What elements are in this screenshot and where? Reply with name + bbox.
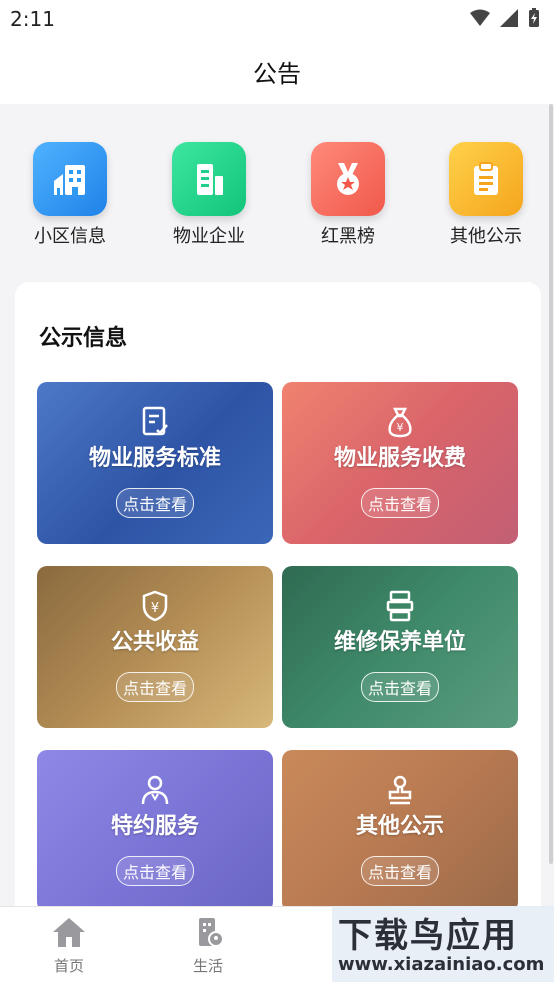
- view-button[interactable]: 点击查看: [115, 672, 195, 702]
- view-button[interactable]: 点击查看: [360, 488, 440, 518]
- section-title: 公示信息: [39, 326, 128, 351]
- view-button[interactable]: 点击查看: [360, 672, 440, 702]
- document-check-icon: [37, 406, 273, 438]
- office-icon: [172, 142, 246, 216]
- watermark: 下载鸟应用 www.xiazainiao.com: [332, 906, 554, 982]
- life-icon: [199, 918, 224, 947]
- svg-text:¥: ¥: [397, 421, 404, 434]
- view-button[interactable]: 点击查看: [115, 488, 195, 518]
- page-title: 公告: [253, 60, 301, 88]
- yen-shield-icon: ¥: [37, 590, 273, 622]
- signal-icon: [500, 9, 518, 27]
- battery-icon: [529, 8, 539, 27]
- wifi-icon: [470, 9, 490, 26]
- scrollbar[interactable]: [549, 104, 553, 864]
- clipboard-icon: [449, 142, 523, 216]
- status-time: 2:11: [10, 7, 55, 31]
- tile-label: 公共收益: [110, 630, 199, 655]
- tile-label: 特约服务: [110, 814, 199, 839]
- tile-label: 物业服务标准: [88, 446, 221, 471]
- svg-text:¥: ¥: [151, 601, 159, 616]
- building-icon: [33, 142, 107, 216]
- tile-label: 其他公示: [355, 814, 444, 839]
- quick-link-label: 其他公示: [450, 226, 522, 247]
- watermark-url: www.xiazainiao.com: [338, 954, 545, 975]
- tile-public-income[interactable]: ¥ 公共收益 点击查看: [37, 566, 273, 728]
- quick-link-label: 红黑榜: [321, 226, 375, 247]
- tab-label: 生活: [192, 957, 223, 975]
- tile-label: 维修保养单位: [333, 630, 466, 655]
- quick-link-label: 物业企业: [173, 226, 245, 247]
- home-icon: [53, 918, 85, 947]
- quick-link-label: 小区信息: [34, 226, 106, 247]
- quick-link-property-company[interactable]: 物业企业: [154, 142, 264, 248]
- status-icons: [470, 8, 540, 28]
- printer-icon: [282, 590, 518, 622]
- tile-service-standard[interactable]: 物业服务标准 点击查看: [37, 382, 273, 544]
- medal-icon: [311, 142, 385, 216]
- view-button[interactable]: 点击查看: [360, 856, 440, 886]
- tab-home[interactable]: 首页: [24, 915, 114, 976]
- user-icon: [37, 774, 273, 806]
- tile-maintenance-units[interactable]: 维修保养单位 点击查看: [282, 566, 518, 728]
- quick-links: 小区信息 物业企业 红黑榜 其他公示: [0, 104, 554, 274]
- tile-other-notices[interactable]: 其他公示 点击查看: [282, 750, 518, 912]
- tile-special-services[interactable]: 特约服务 点击查看: [37, 750, 273, 912]
- quick-link-community-info[interactable]: 小区信息: [15, 142, 125, 248]
- stamp-icon: [282, 774, 518, 806]
- quick-link-other-notices[interactable]: 其他公示: [431, 142, 541, 248]
- tab-label: 首页: [53, 957, 84, 975]
- view-button[interactable]: 点击查看: [115, 856, 195, 886]
- watermark-title: 下载鸟应用: [338, 916, 518, 956]
- money-bag-icon: ¥: [282, 406, 518, 438]
- status-bar: 2:11: [0, 0, 554, 36]
- tile-label: 物业服务收费: [333, 446, 466, 471]
- tile-service-fees[interactable]: ¥ 物业服务收费 点击查看: [282, 382, 518, 544]
- header: 公告: [0, 36, 554, 104]
- tab-life[interactable]: 生活: [163, 915, 253, 976]
- quick-link-red-black-list[interactable]: 红黑榜: [293, 142, 403, 248]
- notice-card: 公示信息 物业服务标准 点击查看 ¥ 物业服务收费 点击查看 ¥ 公共收益 点击…: [15, 282, 541, 922]
